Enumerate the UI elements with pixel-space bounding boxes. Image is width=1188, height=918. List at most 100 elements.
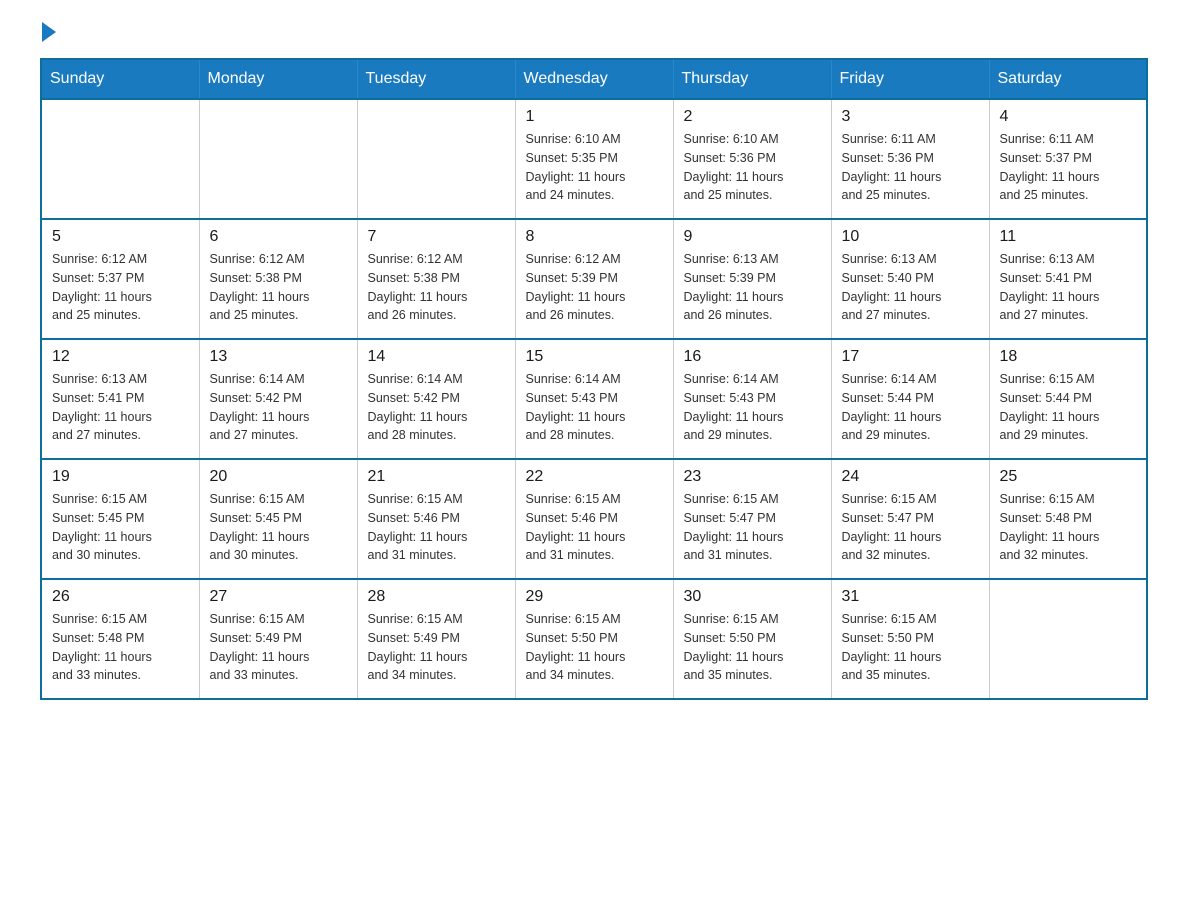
calendar-cell: 23 Sunrise: 6:15 AM Sunset: 5:47 PM Dayli… [673,459,831,579]
week-row-2: 12 Sunrise: 6:13 AM Sunset: 5:41 PM Dayli… [41,339,1147,459]
day-info: Sunrise: 6:15 AM Sunset: 5:47 PM Dayligh… [842,490,979,565]
day-number: 23 [684,468,821,486]
calendar-cell [357,99,515,219]
day-info: Sunrise: 6:14 AM Sunset: 5:44 PM Dayligh… [842,370,979,445]
calendar-cell: 2Sunrise: 6:10 AM Sunset: 5:36 PM Daylig… [673,99,831,219]
calendar-cell: 25 Sunrise: 6:15 AM Sunset: 5:48 PM Dayli… [989,459,1147,579]
day-info: Sunrise: 6:13 AM Sunset: 5:40 PM Dayligh… [842,250,979,325]
day-info: Sunrise: 6:15 AM Sunset: 5:50 PM Dayligh… [526,610,663,685]
day-number: 18 [1000,348,1137,366]
calendar-cell: 9 Sunrise: 6:13 AM Sunset: 5:39 PM Daylig… [673,219,831,339]
calendar-cell: 13Sunrise: 6:14 AM Sunset: 5:42 PM Dayli… [199,339,357,459]
header-row: SundayMondayTuesdayWednesdayThursdayFrid… [41,59,1147,99]
header-sunday: Sunday [41,59,199,99]
day-number: 28 [368,588,505,606]
day-info: Sunrise: 6:12 AM Sunset: 5:38 PM Dayligh… [368,250,505,325]
week-row-1: 5 Sunrise: 6:12 AM Sunset: 5:37 PM Daylig… [41,219,1147,339]
day-info: Sunrise: 6:13 AM Sunset: 5:41 PM Dayligh… [52,370,189,445]
day-info: Sunrise: 6:15 AM Sunset: 5:48 PM Dayligh… [1000,490,1137,565]
day-info: Sunrise: 6:15 AM Sunset: 5:47 PM Dayligh… [684,490,821,565]
calendar-cell: 8Sunrise: 6:12 AM Sunset: 5:39 PM Daylig… [515,219,673,339]
day-number: 29 [526,588,663,606]
calendar-cell: 17 Sunrise: 6:14 AM Sunset: 5:44 PM Dayli… [831,339,989,459]
day-number: 31 [842,588,979,606]
day-number: 3 [842,108,979,126]
calendar-cell: 16Sunrise: 6:14 AM Sunset: 5:43 PM Dayli… [673,339,831,459]
calendar-cell: 22 Sunrise: 6:15 AM Sunset: 5:46 PM Dayli… [515,459,673,579]
calendar-cell: 3Sunrise: 6:11 AM Sunset: 5:36 PM Daylig… [831,99,989,219]
day-number: 9 [684,228,821,246]
day-info: Sunrise: 6:11 AM Sunset: 5:37 PM Dayligh… [1000,130,1137,205]
calendar-cell: 5 Sunrise: 6:12 AM Sunset: 5:37 PM Daylig… [41,219,199,339]
calendar-cell: 24 Sunrise: 6:15 AM Sunset: 5:47 PM Dayli… [831,459,989,579]
calendar-cell: 28 Sunrise: 6:15 AM Sunset: 5:49 PM Dayli… [357,579,515,699]
calendar-cell: 10 Sunrise: 6:13 AM Sunset: 5:40 PM Dayli… [831,219,989,339]
day-info: Sunrise: 6:10 AM Sunset: 5:36 PM Dayligh… [684,130,821,205]
day-info: Sunrise: 6:15 AM Sunset: 5:45 PM Dayligh… [210,490,347,565]
day-number: 30 [684,588,821,606]
calendar-body: 1 Sunrise: 6:10 AM Sunset: 5:35 PM Daylig… [41,99,1147,699]
day-number: 25 [1000,468,1137,486]
day-number: 24 [842,468,979,486]
calendar-cell: 27Sunrise: 6:15 AM Sunset: 5:49 PM Dayli… [199,579,357,699]
week-row-3: 19 Sunrise: 6:15 AM Sunset: 5:45 PM Dayli… [41,459,1147,579]
header-saturday: Saturday [989,59,1147,99]
calendar-cell: 15Sunrise: 6:14 AM Sunset: 5:43 PM Dayli… [515,339,673,459]
day-info: Sunrise: 6:12 AM Sunset: 5:38 PM Dayligh… [210,250,347,325]
day-number: 21 [368,468,505,486]
day-number: 17 [842,348,979,366]
calendar-cell: 18 Sunrise: 6:15 AM Sunset: 5:44 PM Dayli… [989,339,1147,459]
header-friday: Friday [831,59,989,99]
calendar-cell: 19Sunrise: 6:15 AM Sunset: 5:45 PM Dayli… [41,459,199,579]
calendar-cell [199,99,357,219]
day-info: Sunrise: 6:12 AM Sunset: 5:37 PM Dayligh… [52,250,189,325]
day-number: 6 [210,228,347,246]
day-info: Sunrise: 6:15 AM Sunset: 5:46 PM Dayligh… [526,490,663,565]
day-info: Sunrise: 6:10 AM Sunset: 5:35 PM Dayligh… [526,130,663,205]
calendar-cell: 1 Sunrise: 6:10 AM Sunset: 5:35 PM Daylig… [515,99,673,219]
header-tuesday: Tuesday [357,59,515,99]
day-number: 10 [842,228,979,246]
day-info: Sunrise: 6:15 AM Sunset: 5:50 PM Dayligh… [684,610,821,685]
calendar-cell [41,99,199,219]
calendar-table: SundayMondayTuesdayWednesdayThursdayFrid… [40,58,1148,700]
header-monday: Monday [199,59,357,99]
day-info: Sunrise: 6:15 AM Sunset: 5:49 PM Dayligh… [368,610,505,685]
header-wednesday: Wednesday [515,59,673,99]
calendar-cell: 21 Sunrise: 6:15 AM Sunset: 5:46 PM Dayli… [357,459,515,579]
day-number: 1 [526,108,663,126]
day-number: 19 [52,468,189,486]
calendar-cell: 7Sunrise: 6:12 AM Sunset: 5:38 PM Daylig… [357,219,515,339]
calendar-header: SundayMondayTuesdayWednesdayThursdayFrid… [41,59,1147,99]
calendar-cell: 29 Sunrise: 6:15 AM Sunset: 5:50 PM Dayli… [515,579,673,699]
calendar-cell: 14 Sunrise: 6:14 AM Sunset: 5:42 PM Dayli… [357,339,515,459]
page-header [40,30,1148,38]
day-info: Sunrise: 6:14 AM Sunset: 5:42 PM Dayligh… [210,370,347,445]
day-number: 5 [52,228,189,246]
day-number: 14 [368,348,505,366]
calendar-cell: 30 Sunrise: 6:15 AM Sunset: 5:50 PM Dayli… [673,579,831,699]
day-info: Sunrise: 6:13 AM Sunset: 5:39 PM Dayligh… [684,250,821,325]
day-number: 20 [210,468,347,486]
day-info: Sunrise: 6:15 AM Sunset: 5:44 PM Dayligh… [1000,370,1137,445]
day-number: 26 [52,588,189,606]
week-row-0: 1 Sunrise: 6:10 AM Sunset: 5:35 PM Daylig… [41,99,1147,219]
day-number: 15 [526,348,663,366]
calendar-cell: 12 Sunrise: 6:13 AM Sunset: 5:41 PM Dayli… [41,339,199,459]
day-info: Sunrise: 6:14 AM Sunset: 5:42 PM Dayligh… [368,370,505,445]
week-row-4: 26Sunrise: 6:15 AM Sunset: 5:48 PM Dayli… [41,579,1147,699]
day-info: Sunrise: 6:14 AM Sunset: 5:43 PM Dayligh… [684,370,821,445]
day-number: 22 [526,468,663,486]
calendar-cell: 31Sunrise: 6:15 AM Sunset: 5:50 PM Dayli… [831,579,989,699]
day-number: 11 [1000,228,1137,246]
day-info: Sunrise: 6:12 AM Sunset: 5:39 PM Dayligh… [526,250,663,325]
calendar-cell [989,579,1147,699]
day-number: 4 [1000,108,1137,126]
calendar-cell: 20 Sunrise: 6:15 AM Sunset: 5:45 PM Dayli… [199,459,357,579]
day-info: Sunrise: 6:15 AM Sunset: 5:46 PM Dayligh… [368,490,505,565]
header-thursday: Thursday [673,59,831,99]
day-number: 12 [52,348,189,366]
calendar-cell: 11Sunrise: 6:13 AM Sunset: 5:41 PM Dayli… [989,219,1147,339]
calendar-cell: 6 Sunrise: 6:12 AM Sunset: 5:38 PM Daylig… [199,219,357,339]
logo [40,30,56,38]
